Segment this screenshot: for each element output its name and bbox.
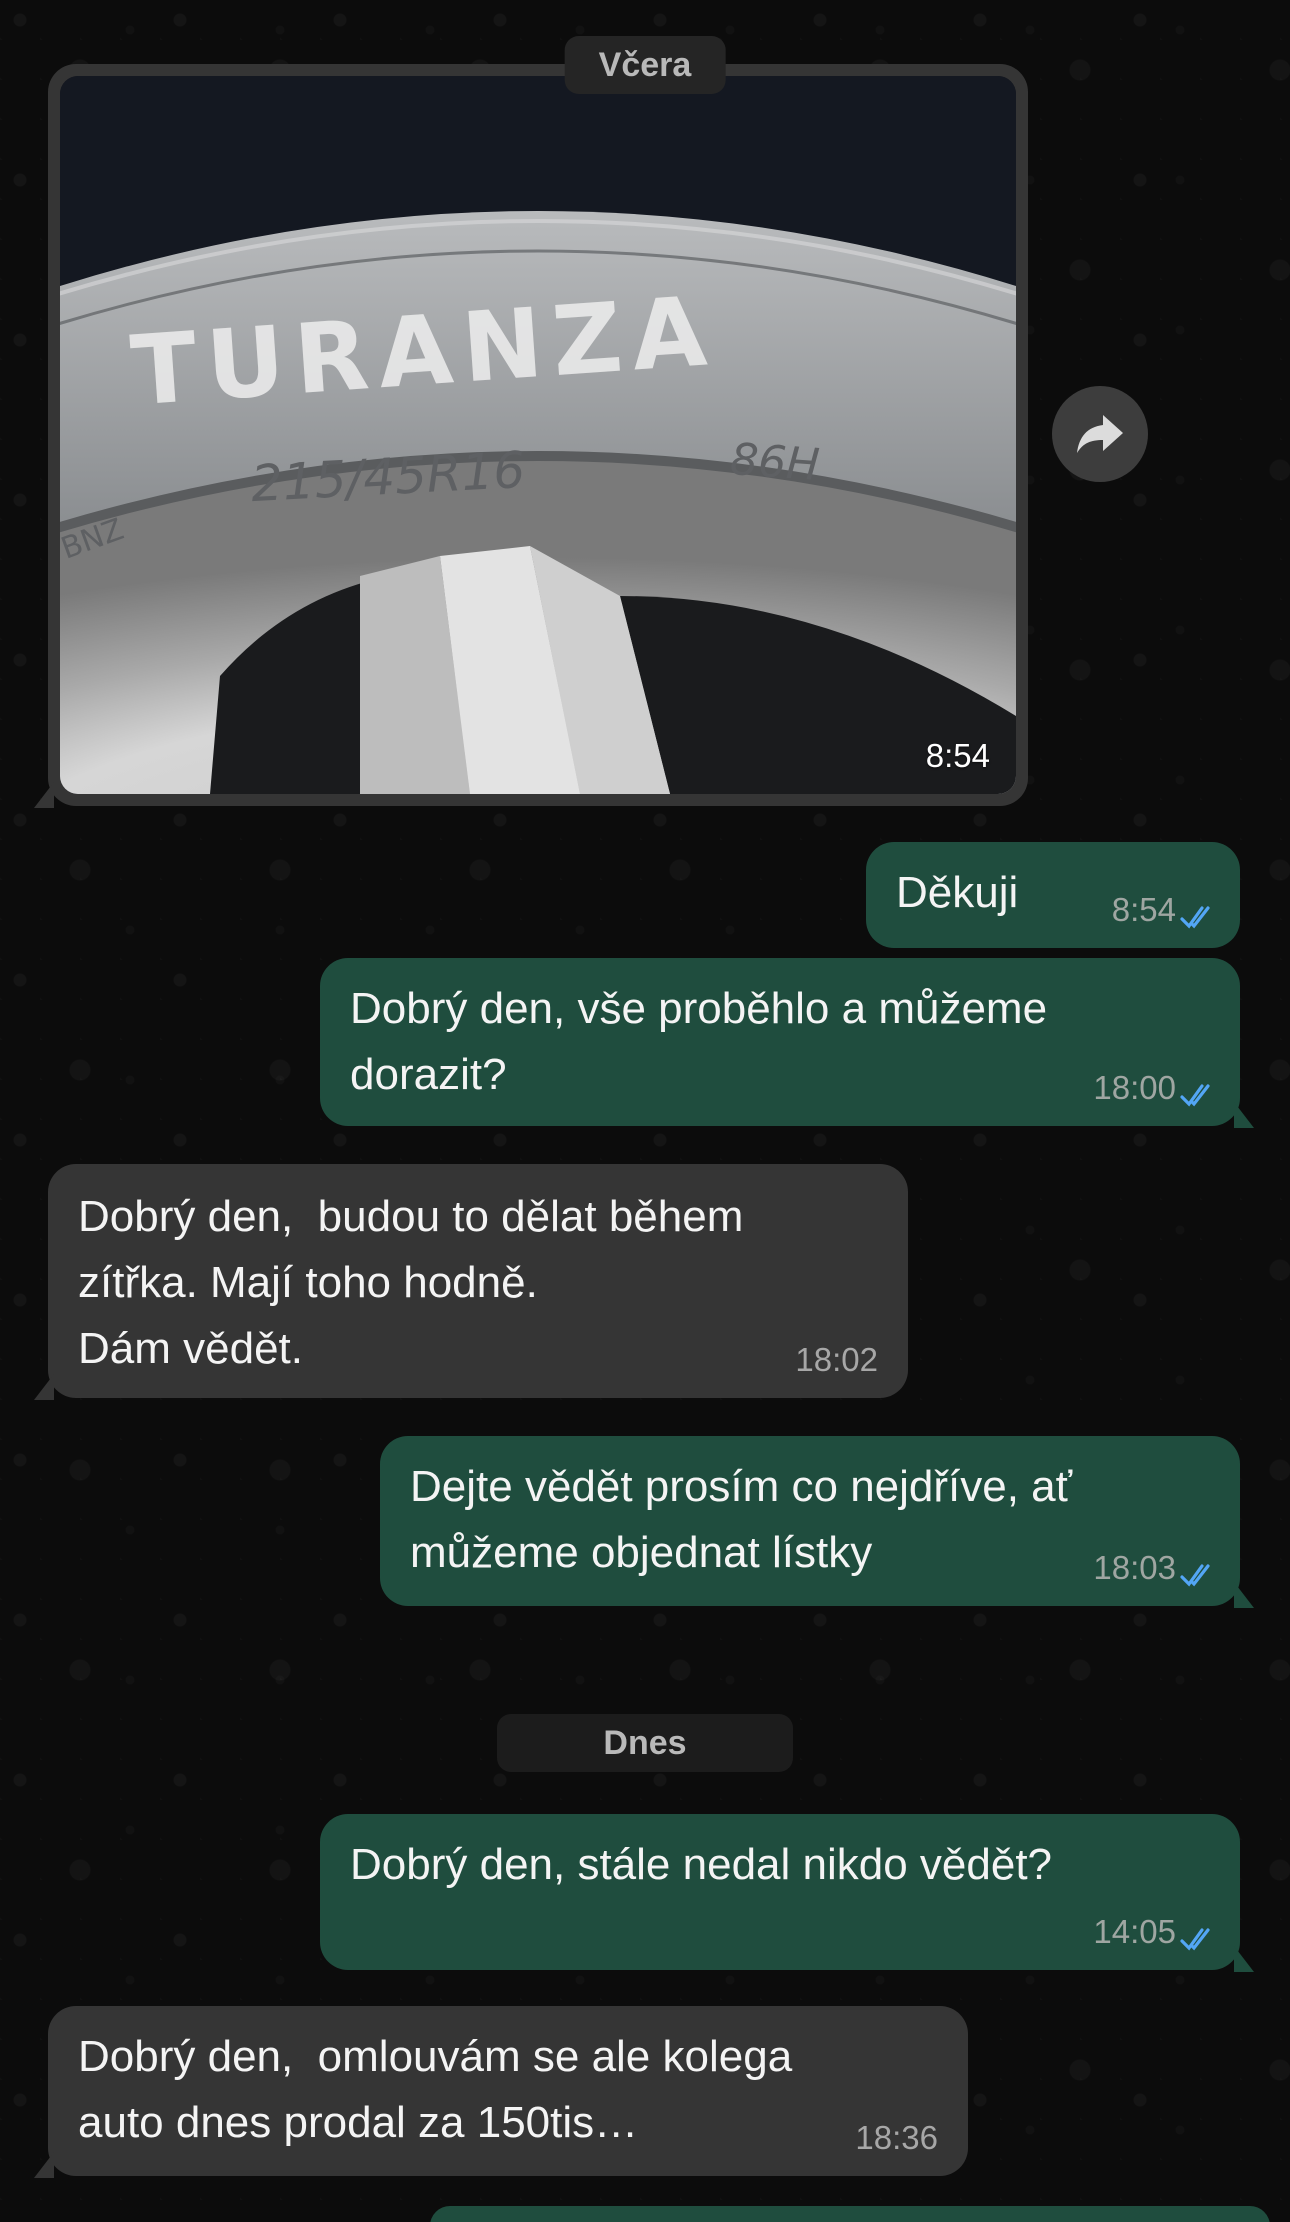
message-incoming[interactable]: Dobrý den, budou to dělat během zítřka. … [34,1164,908,1400]
message-outgoing[interactable]: Děkuji 8:54 [866,842,1240,948]
tire-image: TURANZA 215/45R16 86H BNZ [60,76,1016,794]
bubble-tail [34,1374,54,1400]
date-separator-yesterday: Včera [564,36,726,94]
bubble-tail [34,782,54,808]
message-text: Dobrý den, budou to dělat během zítřka. … [78,1192,744,1373]
message-outgoing-partial[interactable] [430,2206,1270,2222]
chat-view[interactable]: TURANZA 215/45R16 86H BNZ 8:54 Včera Děk… [0,0,1290,2222]
tire-photo[interactable]: TURANZA 215/45R16 86H BNZ 8:54 [60,76,1016,794]
message-text: Dobrý den, stále nedal nikdo vědět? [350,1840,1053,1889]
message-incoming[interactable]: Dobrý den, omlouvám se ale kolega auto d… [34,2006,968,2178]
message-text: Dobrý den, vše proběhlo a můžeme dorazit… [350,984,1060,1099]
bubble-tail [1234,1946,1254,1972]
double-check-icon [1180,1084,1210,1107]
message-time: 18:03 [1093,1549,1176,1586]
message-outgoing[interactable]: Dejte vědět prosím co nejdříve, ať můžem… [380,1436,1254,1608]
double-check-icon [1180,906,1210,929]
forward-arrow-icon [1077,415,1123,453]
tire-load-text: 86H [729,434,821,491]
bubble-tail [34,2152,54,2178]
photo-message[interactable]: TURANZA 215/45R16 86H BNZ 8:54 [34,64,1028,808]
bubble-tail [1234,1582,1254,1608]
bubble-tail [1234,1102,1254,1128]
double-check-icon [1180,1928,1210,1951]
message-time: 8:54 [1111,891,1176,928]
message-outgoing[interactable]: Dobrý den, vše proběhlo a můžeme dorazit… [320,958,1254,1128]
double-check-icon [1180,1564,1210,1587]
message-time: 14:05 [1093,1913,1176,1950]
date-separator-today: Dnes [497,1714,793,1772]
message-text: Dobrý den, omlouvám se ale kolega auto d… [78,2032,805,2147]
message-time: 18:36 [855,2119,938,2156]
message-text: Dejte vědět prosím co nejdříve, ať můžem… [410,1462,1085,1577]
message-time: 18:00 [1093,1069,1176,1106]
message-time: 18:02 [795,1341,878,1378]
photo-timestamp: 8:54 [925,737,990,774]
message-outgoing[interactable]: Dobrý den, stále nedal nikdo vědět? 14:0… [320,1814,1254,1972]
forward-button[interactable] [1052,386,1148,482]
